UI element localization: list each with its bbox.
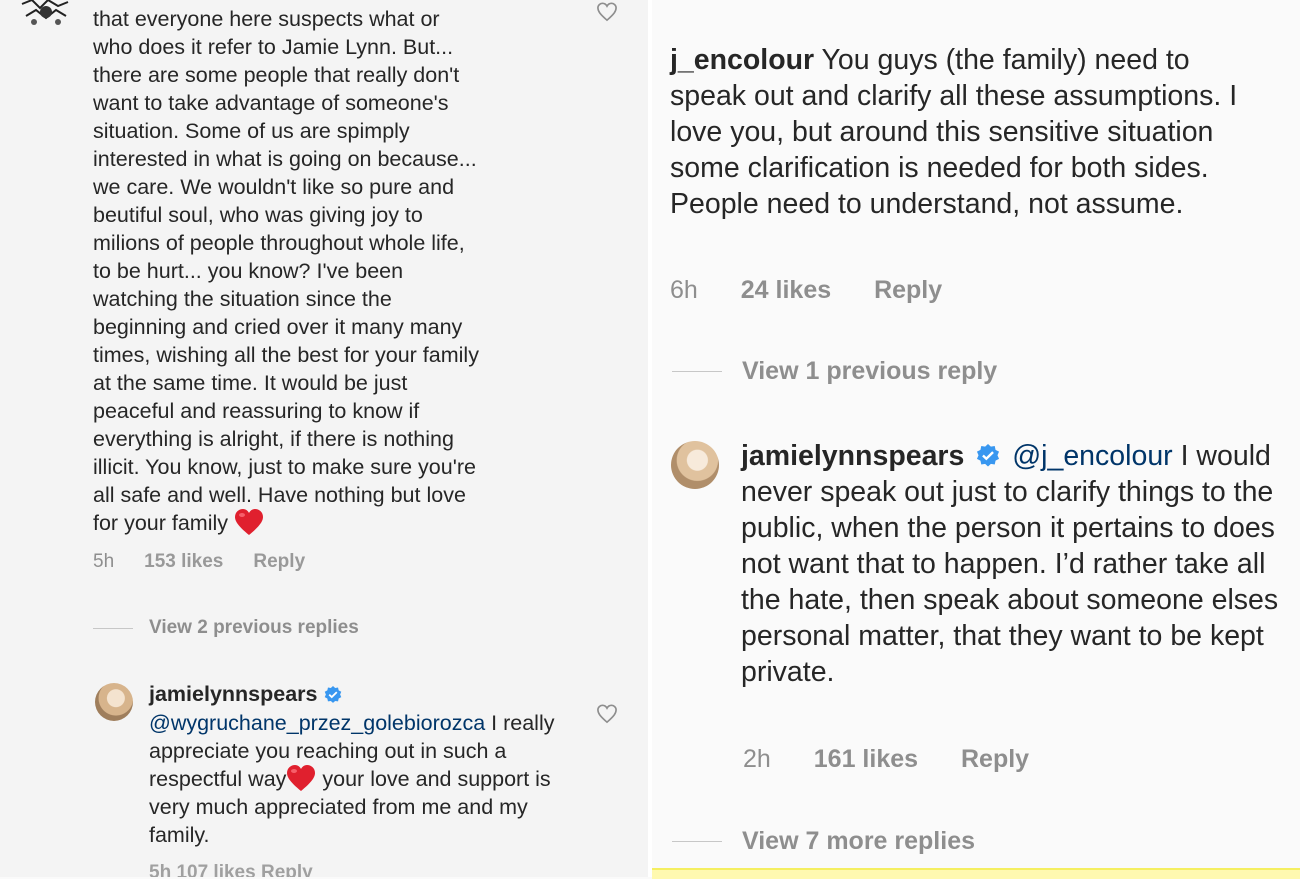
- comment-time: 6h: [670, 276, 698, 304]
- avatar[interactable]: [95, 683, 133, 721]
- mention-link[interactable]: @wygruchane_przez_golebiorozca: [149, 711, 485, 735]
- comment-body: that everyone here suspects what or who …: [93, 7, 479, 535]
- divider-line: [93, 627, 133, 629]
- comment-body: j_encolour You guys (the family) need to…: [670, 44, 1238, 220]
- like-heart-icon[interactable]: [596, 2, 618, 22]
- commenter-avatar[interactable]: [18, 0, 74, 32]
- reply-button[interactable]: Reply: [253, 551, 305, 573]
- verified-badge-icon: [977, 444, 1000, 467]
- comment-meta: 6h 24 likes Reply: [670, 276, 978, 305]
- reply-button[interactable]: Reply: [874, 276, 942, 304]
- reply-username[interactable]: jamielynnspears: [149, 682, 342, 707]
- avatar[interactable]: [671, 441, 719, 489]
- red-heart-emoji-icon: [287, 765, 316, 791]
- reply-username[interactable]: jamielynnspears: [741, 440, 964, 472]
- view-previous-replies[interactable]: View 1 previous reply: [672, 357, 997, 386]
- verified-badge-icon: [324, 685, 341, 703]
- mention-link[interactable]: @j_encolour: [1012, 440, 1172, 472]
- comment-time: 5h: [93, 551, 115, 572]
- reply-time: 2h: [743, 745, 771, 773]
- divider-line: [672, 371, 722, 372]
- comment-username[interactable]: j_encolour: [670, 44, 814, 76]
- view-previous-replies[interactable]: View 2 previous replies: [93, 617, 359, 639]
- left-screenshot-panel: that everyone here suspects what or who …: [0, 0, 648, 877]
- view-more-replies[interactable]: View 7 more replies: [672, 827, 975, 856]
- divider-line: [672, 841, 722, 842]
- reply-meta-cut: 5h 107 likes Reply: [149, 862, 313, 877]
- red-heart-emoji-icon: [235, 509, 263, 535]
- reply-likes[interactable]: 161 likes: [814, 745, 918, 773]
- like-heart-icon[interactable]: [596, 704, 618, 724]
- comment-meta: 5h 153 likes Reply: [93, 551, 335, 573]
- reply-body: jamielynnspears @j_encolour I would neve…: [741, 440, 1279, 688]
- comment-likes[interactable]: 24 likes: [741, 276, 831, 304]
- comment-likes[interactable]: 153 likes: [144, 551, 223, 573]
- reply-body: @wygruchane_przez_golebiorozca I really …: [149, 711, 555, 847]
- reply-meta: 2h 161 likes Reply: [743, 745, 1065, 774]
- reply-button[interactable]: Reply: [961, 745, 1029, 773]
- highlight-band: [652, 868, 1300, 879]
